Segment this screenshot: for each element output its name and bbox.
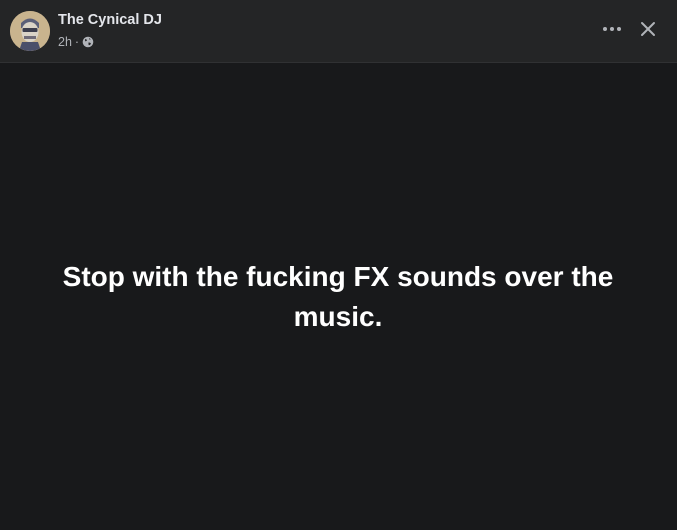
post-timestamp[interactable]: 2h (58, 35, 72, 49)
post-meta: 2h · (58, 34, 94, 50)
story-viewer: The Cynical DJ 2h · Stop with the fuckin… (0, 0, 677, 530)
post-content-area: Stop with the fucking FX sounds over the… (0, 63, 677, 530)
globe-icon (82, 36, 94, 48)
post-header: The Cynical DJ 2h · (0, 0, 677, 63)
meta-separator: · (74, 35, 80, 49)
post-text: Stop with the fucking FX sounds over the… (62, 261, 614, 332)
close-icon (641, 22, 655, 36)
close-button[interactable] (634, 15, 662, 43)
more-horizontal-icon (603, 27, 621, 31)
author-name[interactable]: The Cynical DJ (58, 12, 162, 28)
avatar-illustration (10, 11, 50, 51)
avatar[interactable] (10, 11, 50, 51)
more-options-button[interactable] (598, 17, 626, 41)
